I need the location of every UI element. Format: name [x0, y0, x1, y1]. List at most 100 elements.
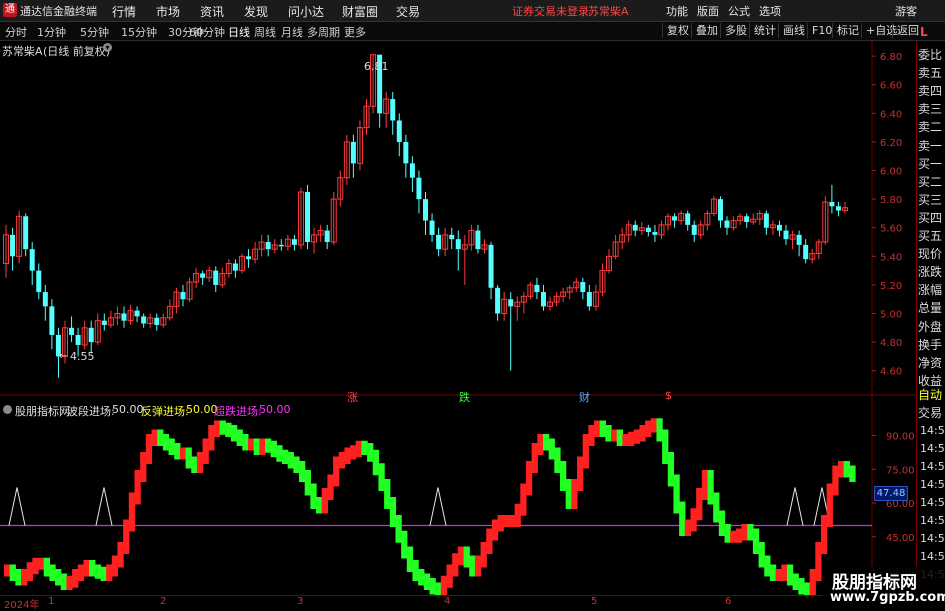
period-daily[interactable]: 日线 — [228, 24, 250, 40]
candle-body — [724, 220, 730, 228]
indicator-step — [372, 449, 380, 476]
indicator-step — [327, 474, 334, 500]
period-15min[interactable]: 15分钟 — [121, 24, 157, 40]
indicator-step — [781, 564, 788, 581]
period-more[interactable]: 更多 — [344, 24, 366, 40]
current-value-tag: 47.48 — [874, 486, 908, 501]
candle-body — [305, 191, 311, 243]
chevron-down-icon[interactable]: ▾ — [103, 43, 112, 52]
indicator-step — [548, 438, 555, 460]
marker-fall[interactable]: 跌 — [459, 389, 470, 405]
indicator-tick-label: 45.00 — [886, 533, 915, 544]
period-multi[interactable]: 多周期 — [307, 24, 340, 40]
menu-caifuquan[interactable]: 财富圈 — [342, 3, 378, 20]
trade-label[interactable]: 交易 — [918, 404, 942, 421]
guest-user[interactable]: 游客 — [895, 3, 917, 19]
indicator-step — [179, 447, 187, 460]
multi-stock-button[interactable]: 多股 — [720, 23, 751, 38]
indicator-step — [730, 530, 737, 543]
marker-rise[interactable]: 涨 — [347, 389, 358, 405]
options-button[interactable]: 选项 — [759, 3, 781, 19]
indicator-step — [123, 519, 130, 554]
menu-hangqing[interactable]: 行情 — [112, 3, 136, 20]
candle-body — [265, 242, 271, 250]
function-button[interactable]: 功能 — [666, 3, 688, 19]
period-monthly[interactable]: 月线 — [281, 24, 303, 40]
menu-shichang[interactable]: 市场 — [156, 3, 180, 20]
indicator-step — [429, 578, 436, 595]
candle-body — [436, 234, 442, 250]
indicator-step — [792, 573, 799, 590]
time-axis-bar — [0, 595, 916, 610]
indicator-step — [202, 438, 209, 464]
period-fenshi[interactable]: 分时 — [5, 24, 27, 40]
draw-line-button[interactable]: 画线 — [778, 23, 809, 38]
trade-login-warning[interactable]: 证券交易未登录 — [512, 3, 589, 19]
indicator-step — [815, 542, 822, 581]
menu-jiaoyi[interactable]: 交易 — [396, 3, 420, 20]
indicator-step — [66, 575, 73, 590]
quote-item: 买二 — [918, 174, 943, 189]
menu-faxian[interactable]: 发现 — [244, 3, 268, 20]
trade-time: 14:56 — [920, 478, 945, 491]
mark-button[interactable]: 标记 — [832, 23, 863, 38]
overlay-button[interactable]: 叠加 — [691, 23, 722, 38]
indicator-step — [213, 420, 221, 437]
indicator-step — [270, 440, 277, 458]
marker-dollar[interactable]: $ — [665, 389, 672, 402]
indicator-step — [321, 488, 328, 514]
formula-button[interactable]: 公式 — [728, 3, 750, 19]
layout-button[interactable]: 版面 — [697, 3, 719, 19]
indicator-step — [401, 530, 408, 559]
chart-area[interactable]: 4.60 4.80 5.00 5.20 5.40 5.60 5.80 6.00 6.20 6.40… — [0, 41, 916, 595]
signal-triangle — [786, 487, 804, 526]
period-5min[interactable]: 5分钟 — [80, 24, 109, 40]
side-corner-letter[interactable]: L — [920, 25, 928, 39]
indicator-settings-icon[interactable] — [3, 405, 12, 414]
month-label: 1 — [48, 596, 55, 607]
indicator-step — [208, 425, 215, 451]
indicator-step — [83, 560, 90, 577]
period-1min[interactable]: 1分钟 — [37, 24, 66, 40]
candle-body — [829, 201, 835, 207]
period-60min[interactable]: 60分钟 — [189, 24, 225, 40]
indicator-step — [32, 557, 39, 575]
indicator-step — [418, 569, 425, 586]
app-logo-icon: 通 — [3, 3, 17, 17]
candle-body — [213, 270, 219, 285]
marker-finance[interactable]: 财 — [579, 389, 590, 405]
indicator-step — [151, 429, 158, 446]
menu-wenxiaoda[interactable]: 问小达 — [288, 3, 324, 20]
auto-label[interactable]: 自动 — [918, 386, 942, 403]
candle-body — [776, 224, 782, 231]
candle-body — [580, 282, 586, 293]
statistics-button[interactable]: 统计 — [749, 23, 780, 38]
candlestick-series — [3, 54, 848, 378]
period-weekly[interactable]: 周线 — [254, 24, 276, 40]
candle-body — [508, 299, 514, 307]
indicator-step — [9, 564, 16, 581]
candle-body — [540, 292, 546, 307]
candle-body — [475, 230, 481, 250]
indicator-step — [826, 483, 833, 527]
indicator-step — [219, 420, 226, 435]
indicator-step — [633, 429, 641, 444]
indicator-step — [775, 569, 782, 581]
indicator-step — [832, 465, 839, 496]
indicator-step — [440, 575, 448, 595]
indicator-step — [520, 483, 527, 516]
chart-mode-label: (日线 前复权) — [43, 45, 111, 58]
back-button[interactable]: 返回 — [892, 23, 923, 38]
stock-label[interactable]: 苏常柴A — [2, 43, 43, 59]
candle-body — [796, 234, 802, 245]
menu-zixun[interactable]: 资讯 — [200, 3, 224, 20]
indicator-step — [843, 461, 850, 478]
candle-body — [691, 224, 697, 235]
indicator-name[interactable]: 股朋指标网 — [15, 403, 70, 419]
adjust-button[interactable]: 复权 — [662, 23, 693, 38]
indicator-step — [49, 564, 56, 581]
quote-item: 买五 — [918, 229, 943, 243]
indicator-step — [287, 452, 294, 469]
indicator-step — [565, 479, 572, 509]
month-label: 2 — [160, 596, 167, 607]
